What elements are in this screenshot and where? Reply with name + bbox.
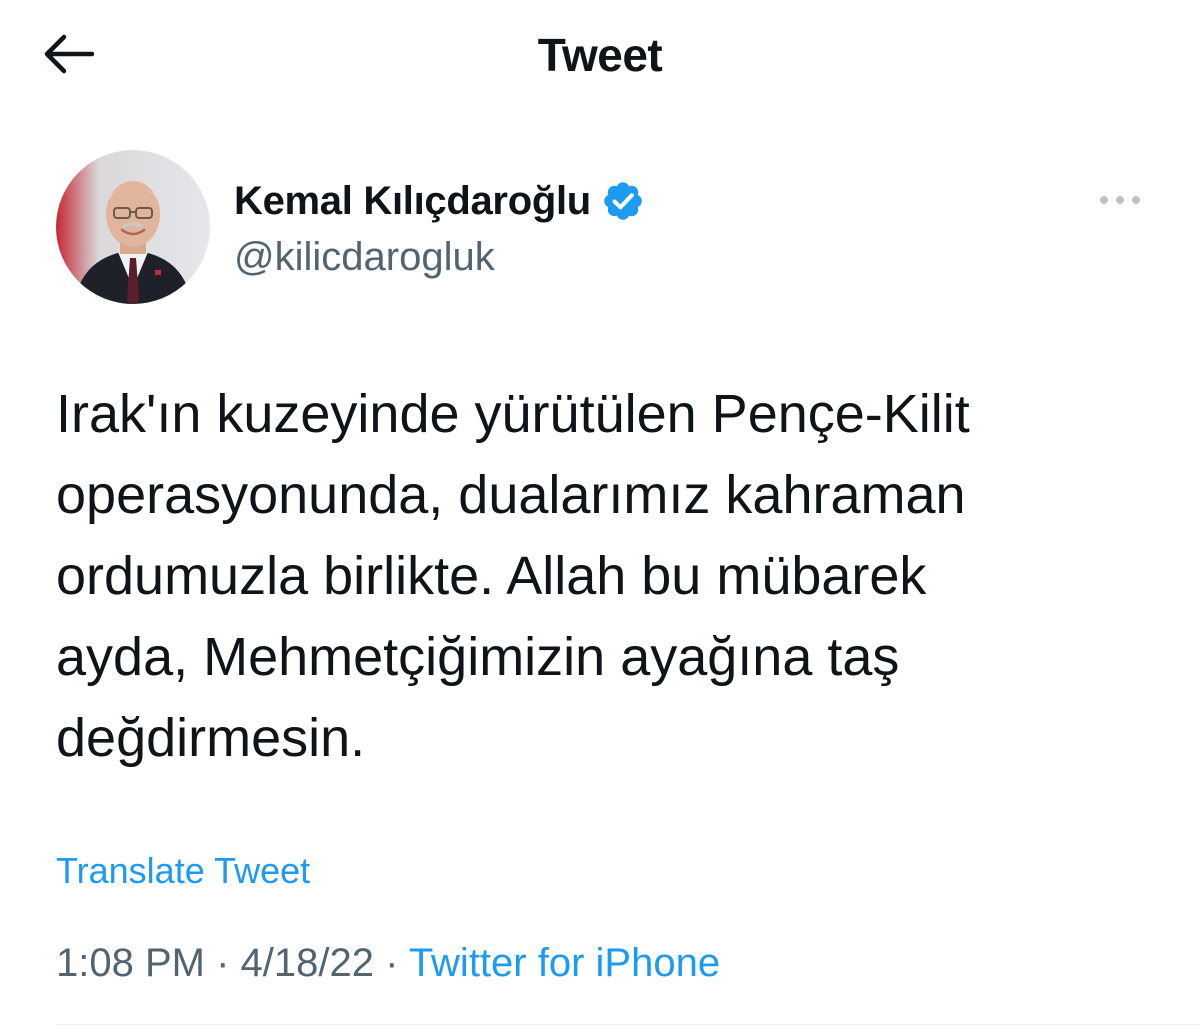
more-options-icon [1100,196,1140,204]
profile-photo [56,150,210,304]
page-title: Tweet [537,29,663,81]
tweet-date: 4/18/22 [240,941,374,985]
author-display-name[interactable]: Kemal Kılıçdaroğlu [234,176,591,226]
divider [56,1024,1200,1025]
author-handle[interactable]: @kilicdarogluk [234,232,495,282]
tweet-metadata: 1:08 PM · 4/18/22 · Twitter for iPhone [56,938,720,988]
verified-badge-icon [601,179,645,223]
avatar[interactable] [56,150,210,304]
meta-separator: · [204,941,241,985]
tweet-source-link[interactable]: Twitter for iPhone [409,941,720,985]
top-bar: Tweet [0,0,1200,110]
tweet-time: 1:08 PM [56,941,205,985]
translate-tweet-link[interactable]: Translate Tweet [56,848,310,894]
meta-separator: · [373,941,409,985]
author-name-row: Kemal Kılıçdaroğlu [234,176,645,226]
more-options-button[interactable] [1092,182,1148,218]
tweet-text: Irak'ın kuzeyinde yürütülen Pençe-Kilit … [56,384,970,768]
